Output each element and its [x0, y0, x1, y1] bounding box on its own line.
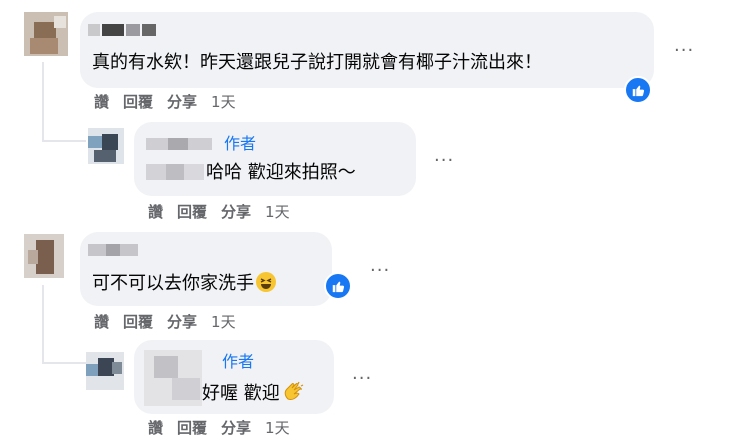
author-badge: 作者	[222, 352, 255, 371]
reply-link[interactable]: 回覆	[177, 203, 207, 221]
reply-bubble: 作者 好喔 歡迎	[134, 340, 334, 414]
comment-text: 真的有水欸！昨天還跟兒子說打開就會有椰子汁流出來！	[92, 52, 542, 73]
reply-actions: 讚回覆 分享 1天	[148, 202, 304, 222]
timestamp[interactable]: 1天	[211, 93, 236, 111]
reply-link[interactable]: 回覆	[123, 313, 153, 331]
blurred-mention[interactable]	[146, 162, 204, 182]
replier-name-blurred[interactable]	[146, 136, 216, 152]
commenter-name-blurred[interactable]	[88, 244, 142, 258]
share-link[interactable]: 分享	[221, 203, 251, 221]
blurred-mention[interactable]	[144, 350, 204, 406]
more-options-icon[interactable]: ···	[370, 262, 390, 280]
thread-line-curve	[42, 140, 86, 142]
comment-bubble: 真的有水欸！昨天還跟兒子說打開就會有椰子汁流出來！	[80, 12, 654, 88]
comment-text: 可不可以去你家洗手	[92, 272, 276, 295]
like-link[interactable]: 讚	[94, 313, 109, 331]
clapping-hands-emoji-icon	[282, 381, 304, 402]
like-link[interactable]: 讚	[148, 203, 163, 221]
timestamp[interactable]: 1天	[265, 419, 290, 437]
like-link[interactable]: 讚	[94, 93, 109, 111]
avatar[interactable]	[24, 234, 64, 278]
reply-link[interactable]: 回覆	[123, 93, 153, 111]
thread-line	[42, 285, 44, 363]
like-link[interactable]: 讚	[148, 419, 163, 437]
comment-actions: 讚回覆 分享 1天	[94, 92, 250, 112]
grinning-squinting-emoji-icon	[256, 272, 276, 292]
author-badge: 作者	[224, 134, 257, 153]
thread-line-curve	[42, 362, 86, 364]
commenter-name-blurred[interactable]	[88, 22, 158, 36]
like-reaction-icon[interactable]	[324, 272, 352, 300]
reply-text: 哈哈 歡迎來拍照～	[206, 162, 356, 183]
thread-line	[42, 62, 44, 142]
share-link[interactable]: 分享	[167, 93, 197, 111]
reply-actions: 讚回覆 分享 1天	[148, 418, 304, 438]
timestamp[interactable]: 1天	[265, 203, 290, 221]
reply-bubble: 作者 哈哈 歡迎來拍照～	[134, 122, 416, 196]
share-link[interactable]: 分享	[167, 313, 197, 331]
reply-text-content: 好喔 歡迎	[202, 383, 280, 404]
more-options-icon[interactable]: ···	[434, 152, 454, 170]
reply-text: 好喔 歡迎	[202, 381, 304, 405]
avatar[interactable]	[24, 12, 68, 56]
timestamp[interactable]: 1天	[211, 313, 236, 331]
reply-link[interactable]: 回覆	[177, 419, 207, 437]
like-reaction-icon[interactable]	[624, 76, 652, 104]
avatar[interactable]	[86, 352, 124, 390]
comment-actions: 讚回覆 分享 1天	[94, 312, 250, 332]
share-link[interactable]: 分享	[221, 419, 251, 437]
avatar[interactable]	[88, 128, 124, 164]
more-options-icon[interactable]: ···	[352, 370, 372, 388]
comment-text-content: 可不可以去你家洗手	[92, 273, 254, 294]
more-options-icon[interactable]: ···	[674, 42, 694, 60]
comment-bubble: 可不可以去你家洗手	[80, 232, 332, 306]
